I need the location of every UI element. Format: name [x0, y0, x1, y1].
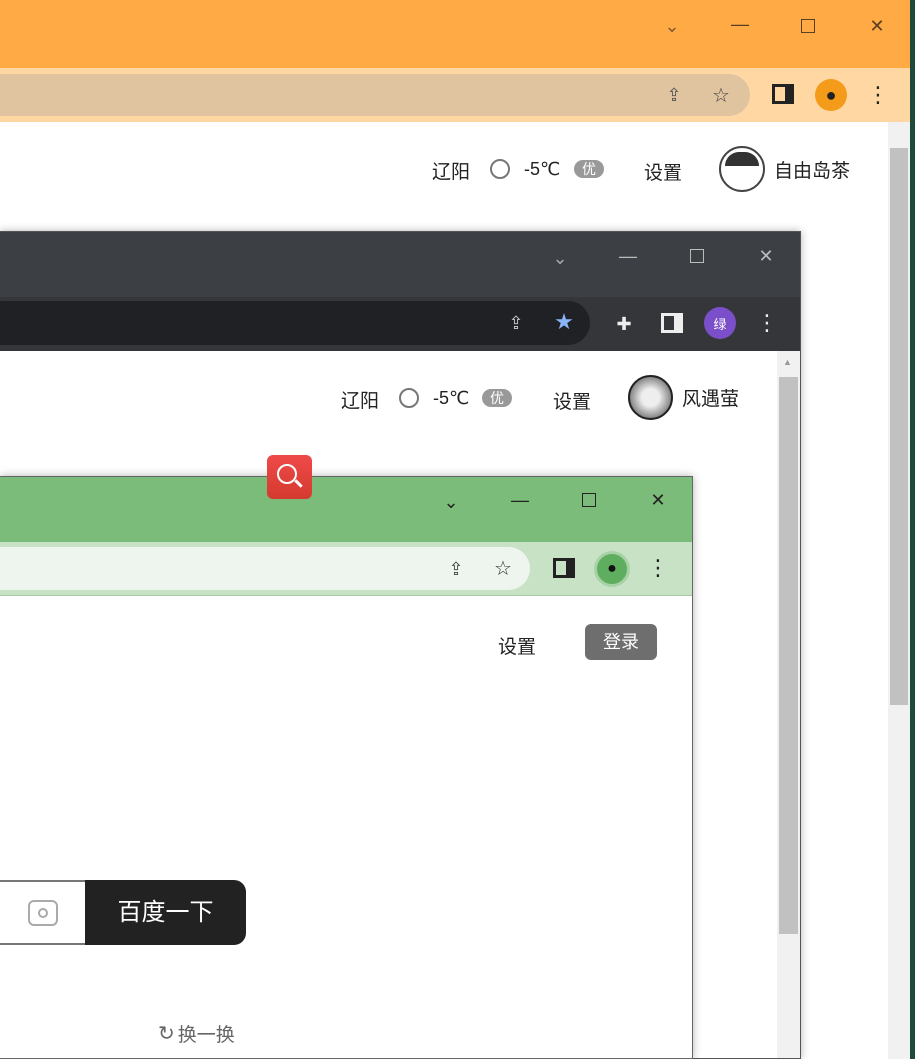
user-avatar[interactable] — [628, 375, 673, 420]
scrollbar[interactable]: ▲ — [777, 351, 800, 1058]
share-icon[interactable]: ⇪ — [504, 311, 528, 335]
close-button[interactable]: ✕ — [754, 244, 778, 268]
minimize-button[interactable]: — — [508, 488, 532, 512]
bookmark-star-filled-icon[interactable]: ★ — [552, 309, 576, 334]
refresh-icon: ↻ — [158, 1023, 175, 1045]
close-button[interactable]: ✕ — [865, 14, 889, 38]
search-button[interactable]: 百度一下 — [85, 880, 246, 945]
temperature: -5℃ — [433, 388, 470, 408]
extensions-icon[interactable]: ✚ — [612, 312, 636, 336]
scrollbar[interactable] — [888, 122, 910, 1059]
city-label[interactable]: 辽阳 — [341, 386, 379, 413]
settings-link[interactable]: 设置 — [644, 158, 682, 185]
settings-link[interactable]: 设置 — [498, 632, 536, 659]
side-panel-icon[interactable] — [772, 84, 794, 104]
maximize-button[interactable] — [796, 14, 820, 38]
profile-avatar[interactable]: ● — [594, 551, 630, 587]
scroll-up-arrow-icon[interactable]: ▲ — [783, 357, 792, 367]
side-panel-icon[interactable] — [661, 313, 683, 333]
tab-search-chevron-icon[interactable]: ⌄ — [439, 490, 463, 514]
title-bar: ⌄ — ✕ — [0, 0, 910, 68]
scrollbar-thumb[interactable] — [890, 148, 908, 705]
title-bar: ⌄ — ✕ — [0, 477, 692, 542]
username[interactable]: 自由岛茶 — [774, 156, 850, 183]
search-input[interactable] — [0, 880, 90, 945]
scrollbar-thumb[interactable] — [779, 377, 798, 934]
bookmark-star-icon[interactable]: ☆ — [709, 83, 733, 107]
menu-icon[interactable]: ⋮ — [756, 310, 778, 336]
user-avatar[interactable] — [719, 146, 765, 192]
toolbar: ⇪ ☆ ● ⋮ — [0, 68, 910, 122]
tab-search-chevron-icon[interactable]: ⌄ — [548, 246, 572, 270]
menu-icon[interactable]: ⋮ — [647, 555, 669, 581]
login-button[interactable]: 登录 — [585, 624, 657, 660]
close-button[interactable]: ✕ — [646, 488, 670, 512]
browser-window-front: ⌄ — ✕ ⇪ ☆ ● ⋮ 设置 登录 百度一下 ↻ 换一换 — [0, 476, 693, 1059]
omnibox[interactable]: ⇪ ☆ — [0, 547, 530, 590]
refresh-label: 换一换 — [177, 1025, 235, 1046]
menu-icon[interactable]: ⋮ — [867, 82, 889, 108]
omnibox[interactable]: ⇪ ☆ — [0, 74, 750, 116]
air-quality-badge: 优 — [482, 389, 512, 407]
tab-search-chevron-icon[interactable]: ⌄ — [660, 14, 684, 38]
maximize-button[interactable] — [577, 488, 601, 512]
sun-icon — [395, 384, 423, 412]
title-bar: ⌄ — ✕ — [0, 232, 800, 297]
settings-link[interactable]: 设置 — [553, 387, 591, 414]
minimize-button[interactable]: — — [616, 244, 640, 268]
minimize-button[interactable]: — — [728, 12, 752, 36]
toolbar: ⇪ ☆ ● ⋮ — [0, 542, 692, 596]
share-icon[interactable]: ⇪ — [662, 83, 686, 107]
maximize-button[interactable] — [685, 244, 709, 268]
camera-icon[interactable] — [28, 900, 58, 926]
temperature: -5℃ — [524, 159, 561, 179]
sun-icon — [486, 155, 514, 183]
omnibox[interactable]: ⇪ ★ — [0, 301, 590, 345]
toolbar: ⇪ ★ ✚ 绿 ⋮ — [0, 297, 800, 351]
side-panel-icon[interactable] — [553, 558, 575, 578]
air-quality-badge: 优 — [574, 160, 604, 178]
refresh-link[interactable]: ↻ 换一换 — [158, 1020, 235, 1047]
username[interactable]: 风遇萤 — [682, 384, 739, 411]
share-icon[interactable]: ⇪ — [444, 557, 468, 581]
search-app-icon[interactable] — [267, 455, 312, 499]
city-label[interactable]: 辽阳 — [432, 157, 470, 184]
profile-avatar[interactable]: 绿 — [704, 307, 736, 339]
profile-avatar[interactable]: ● — [815, 79, 847, 111]
bookmark-star-icon[interactable]: ☆ — [491, 556, 515, 580]
